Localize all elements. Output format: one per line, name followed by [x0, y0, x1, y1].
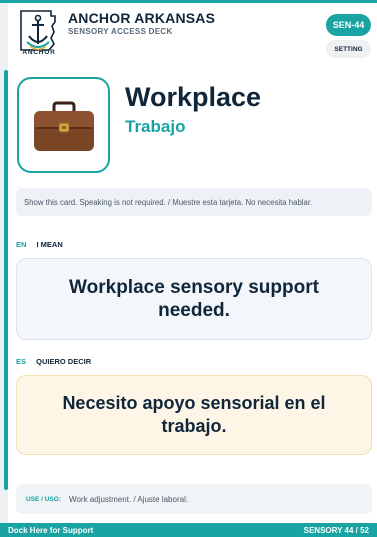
- dock-support-link[interactable]: Dock Here for Support: [8, 526, 93, 535]
- briefcase-icon: [34, 101, 94, 151]
- english-phrase: Workplace sensory support needed.: [16, 258, 372, 340]
- sensory-card: ANCHOR ANCHOR ARKANSAS SENSORY ACCESS DE…: [8, 3, 377, 523]
- footer-bar: Dock Here for Support SENSORY 44 / 52: [0, 523, 377, 537]
- logo-wordmark: ANCHOR: [22, 49, 56, 56]
- english-label: I MEAN: [36, 240, 63, 249]
- english-header: EN I MEAN: [16, 240, 63, 249]
- card-code-badge: SEN-44: [326, 14, 371, 36]
- category-icon-tile: [17, 77, 110, 173]
- spanish-header: ES QUIERO DECIR: [16, 357, 91, 366]
- use-note: USE / USO: Work adjustment. / Ajuste lab…: [16, 484, 372, 514]
- use-text: Work adjustment. / Ajuste laboral.: [69, 494, 189, 504]
- spanish-label: QUIERO DECIR: [36, 357, 92, 366]
- card-title: Workplace: [125, 82, 262, 112]
- card-subtitle: Trabajo: [125, 117, 186, 136]
- spanish-phrase: Necesito apoyo sensorial en el trabajo.: [16, 375, 372, 455]
- brand-subtitle: SENSORY ACCESS DECK: [68, 27, 173, 36]
- brand-name: ANCHOR ARKANSAS: [68, 10, 216, 26]
- english-code: EN: [16, 240, 27, 249]
- instruction-text: Show this card. Speaking is not required…: [16, 188, 372, 216]
- setting-button[interactable]: SETTING: [326, 40, 371, 58]
- deck-position-label: SENSORY 44 / 52: [303, 525, 369, 535]
- use-label: USE / USO:: [26, 495, 62, 503]
- side-accent-rail: [4, 70, 8, 490]
- spanish-code: ES: [16, 357, 27, 366]
